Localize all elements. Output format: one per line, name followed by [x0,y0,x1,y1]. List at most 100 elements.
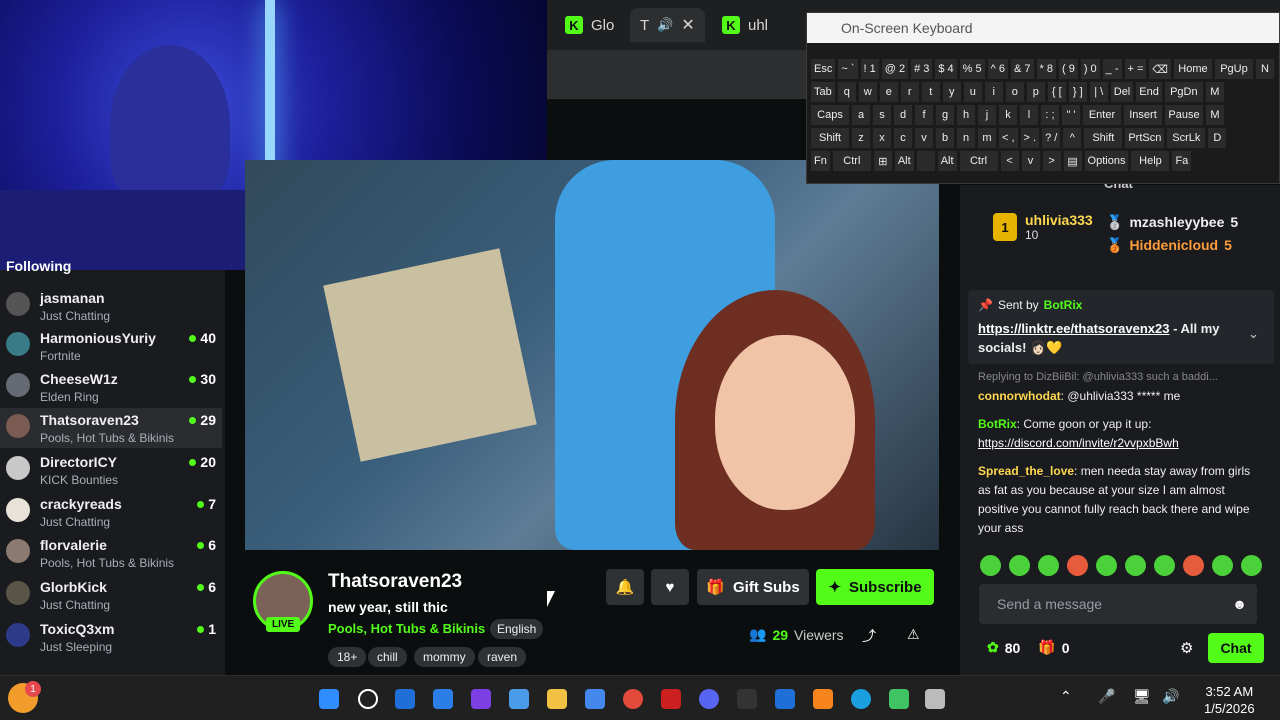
osk-key[interactable]: Pause [1165,105,1203,125]
osk-key[interactable]: Enter [1083,105,1121,125]
address-bar[interactable] [547,50,807,98]
sidebar-channel-row[interactable]: DirectorICY KICK Bounties 20 [0,450,222,490]
tag-chip[interactable]: 18+ [328,647,367,667]
chat-message-input[interactable]: Send a message ☻ [979,584,1257,624]
osk-key[interactable]: Options [1084,151,1129,171]
osk-key[interactable]: i [984,82,1003,102]
pinned-sender[interactable]: BotRix [1044,296,1083,315]
sidebar-channel-row-active[interactable]: Thatsoraven23 Pools, Hot Tubs & Bikinis 2… [0,408,222,448]
steam-icon[interactable] [775,689,795,709]
osk-key[interactable]: * 8 [1036,59,1056,79]
osk-key[interactable]: l [1020,105,1038,125]
osk-key[interactable]: v [915,128,933,148]
emote-icon[interactable] [1154,555,1175,576]
osk-key[interactable]: Caps [811,105,849,125]
emote-icon[interactable] [1241,555,1262,576]
stream-category-link[interactable]: Pools, Hot Tubs & Bikinis [328,621,485,636]
osk-key[interactable]: w [858,82,877,102]
close-tab-icon[interactable]: ✕ [681,15,694,35]
osk-key[interactable]: _ - [1102,59,1122,79]
osk-key[interactable]: f [915,105,933,125]
file-explorer-icon[interactable] [547,689,567,709]
osk-key[interactable]: e [879,82,898,102]
osk-key[interactable]: t [921,82,940,102]
osk-key[interactable]: Esc [811,59,836,79]
notification-bell-button[interactable]: 🔔 [606,569,644,605]
emoji-icon[interactable]: ☻ [1232,596,1247,612]
tag-chip[interactable]: mommy [414,647,475,667]
osk-key[interactable]: ? / [1042,128,1061,148]
osk-key[interactable]: ⌫ [1149,59,1171,79]
app-icon[interactable] [889,689,909,709]
tag-chip[interactable]: raven [478,647,527,667]
sidebar-channel-row[interactable]: jasmanan Just Chatting [0,286,222,326]
osk-key[interactable]: N [1255,59,1274,79]
osk-key[interactable]: v [1021,151,1040,171]
taskbar-clock[interactable]: 3:52 AM 1/5/2026 [1204,683,1255,717]
emote-icon[interactable] [1212,555,1233,576]
netflix-icon[interactable] [661,689,681,709]
speaker-icon[interactable]: 🔊 [657,17,673,33]
osk-key[interactable]: Shift [811,128,849,148]
gift-subs-button[interactable]: 🎁 Gift Subs [697,569,809,605]
osk-key[interactable]: PrtScn [1125,128,1165,148]
osk-key[interactable]: > [1042,151,1061,171]
app-icon[interactable] [925,689,945,709]
osk-key[interactable]: + = [1124,59,1147,79]
osk-key[interactable]: Tab [811,82,835,102]
microphone-icon[interactable]: 🎤 [1098,688,1115,705]
osk-key[interactable]: q [837,82,856,102]
osk-key[interactable]: b [936,128,954,148]
osk-key[interactable]: < [1000,151,1019,171]
discord-icon[interactable] [699,689,719,709]
report-warning-icon[interactable]: ⚠ [907,626,920,643]
osk-key[interactable]: Fa [1172,151,1192,171]
share-icon[interactable]: ⤴ [862,626,876,646]
osk-key[interactable]: $ 4 [935,59,957,79]
chevron-down-icon[interactable]: ⌄ [1248,326,1259,342]
osk-key[interactable]: Del [1110,82,1134,102]
emote-icon[interactable] [1096,555,1117,576]
chat-username[interactable]: Spread_the_love [978,464,1074,478]
osk-key[interactable]: g [936,105,954,125]
osk-key[interactable]: End [1136,82,1162,102]
osk-key[interactable]: ScrLk [1167,128,1206,148]
mail-icon[interactable] [433,689,453,709]
osk-key[interactable]: ▤ [1063,151,1082,171]
osk-key[interactable]: ( 9 [1058,59,1078,79]
steam-icon[interactable] [395,689,415,709]
osk-key[interactable]: ⊞ [873,151,892,171]
volume-icon[interactable]: 🔊 [1162,688,1179,705]
osk-key[interactable]: c [894,128,912,148]
channel-points[interactable]: ✿ 80 🎁 0 [987,639,1070,656]
emote-icon[interactable] [1183,555,1204,576]
osk-key[interactable]: ! 1 [860,59,879,79]
osk-key[interactable]: x [873,128,891,148]
osk-key[interactable]: ~ ` [838,59,858,79]
tag-chip[interactable]: chill [368,647,407,667]
osk-key[interactable]: M [1206,105,1224,125]
osk-key[interactable]: n [957,128,975,148]
emote-icon[interactable] [1009,555,1030,576]
settings-gear-icon[interactable]: ⚙ [1180,639,1193,657]
osk-key[interactable]: | \ [1089,82,1108,102]
osk-key[interactable]: PgDn [1164,82,1203,102]
osk-key[interactable]: ^ 6 [987,59,1008,79]
sidebar-channel-row[interactable]: CheeseW1z Elden Ring 30 [0,367,222,407]
osk-key[interactable]: Ctrl [959,151,998,171]
osk-key[interactable]: PgUp [1214,59,1253,79]
osk-key[interactable]: % 5 [959,59,985,79]
chat-username[interactable]: BotRix [978,417,1017,431]
leader-name[interactable]: uhlivia333 [1025,212,1093,228]
osk-key[interactable]: # 3 [911,59,933,79]
chevron-up-icon[interactable]: ⌃ [1060,688,1072,705]
search-icon[interactable] [358,689,378,709]
language-tag[interactable]: English [490,619,544,639]
osk-key[interactable]: < , [999,128,1018,148]
osk-key[interactable]: D [1208,128,1227,148]
osk-key[interactable]: p [1026,82,1045,102]
sidebar-channel-row[interactable]: HarmoniousYuriy Fortnite 40 [0,326,222,366]
streamer-name[interactable]: Thatsoraven23 [328,571,462,593]
sidebar-channel-row[interactable]: GlorbKick Just Chatting 6 [0,575,222,615]
leader-name[interactable]: Hiddenicloud [1129,237,1218,254]
